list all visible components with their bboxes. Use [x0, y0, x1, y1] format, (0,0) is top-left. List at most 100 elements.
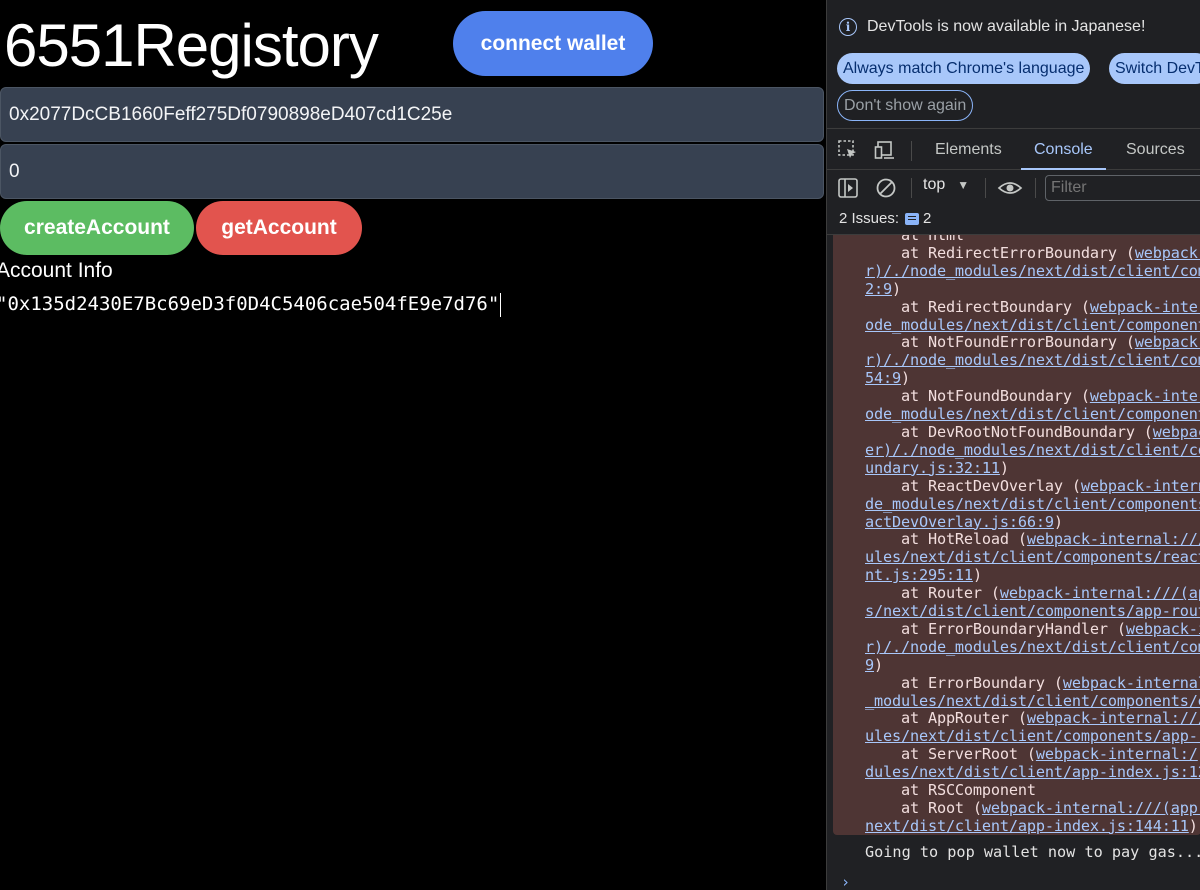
source-link[interactable]: actDevOverlay.js:66:9 — [865, 513, 1054, 531]
sidebar-toggle-icon[interactable] — [837, 177, 859, 199]
stack-trace-line: er)/./node_modules/next/dist/client/co — [865, 441, 1200, 460]
stack-trace-line: at ErrorBoundaryHandler (webpack-i — [865, 620, 1200, 639]
source-link[interactable]: dules/next/dist/client/app-index.js:12 — [865, 763, 1200, 781]
stack-trace-line: next/dist/client/app-index.js:144:11) — [865, 817, 1200, 835]
stack-trace-line: at HotReload (webpack-internal:/// — [865, 530, 1200, 549]
console-error-message: at html at RedirectErrorBoundary (webpac… — [833, 235, 1200, 835]
info-icon: i — [839, 18, 857, 36]
stack-trace-line: r)/./node_modules/next/dist/client/com — [865, 262, 1200, 281]
source-link[interactable]: webpack-i — [1126, 620, 1200, 638]
source-link[interactable]: webpack-internal:///(ap — [1000, 584, 1200, 602]
source-link[interactable]: de_modules/next/dist/client/components — [865, 495, 1200, 513]
stack-trace-line: nt.js:295:11) — [865, 566, 1200, 585]
toolbar-divider — [985, 178, 986, 198]
get-account-button[interactable]: getAccount — [196, 201, 362, 255]
stack-trace-line: _modules/next/dist/client/components/e — [865, 692, 1200, 711]
tab-console[interactable]: Console — [1021, 129, 1106, 170]
inspect-element-icon[interactable] — [837, 139, 859, 161]
source-link[interactable]: s/next/dist/client/components/app-rout — [865, 602, 1200, 620]
source-link[interactable]: webpac — [1153, 423, 1200, 441]
stack-trace-text: at RedirectErrorBoundary ( — [865, 243, 1135, 262]
issues-label: 2 Issues: — [839, 210, 900, 227]
text-caret — [500, 292, 502, 317]
registry-address-input[interactable] — [0, 87, 824, 142]
issues-counter[interactable]: 2 Issues: 2 — [839, 210, 931, 227]
source-link[interactable]: webpack-internal:///(app- — [982, 799, 1200, 817]
source-link[interactable]: 2:9 — [865, 280, 892, 298]
source-link[interactable]: ode_modules/next/dist/client/component — [865, 405, 1200, 423]
devtools-tabbar: Elements Console Sources — [827, 128, 1200, 170]
always-match-language-button[interactable]: Always match Chrome's language — [837, 53, 1091, 84]
source-link[interactable]: webpack-inter — [1090, 387, 1200, 405]
source-link[interactable]: r)/./node_modules/next/dist/client/com — [865, 262, 1200, 280]
tab-sources[interactable]: Sources — [1126, 129, 1185, 170]
stack-trace-line: at ReactDevOverlay (webpack-intern — [865, 477, 1200, 496]
stack-trace-line: r)/./node_modules/next/dist/client/com — [865, 351, 1200, 370]
console-filter-input[interactable] — [1045, 175, 1200, 201]
issue-message-icon — [905, 212, 920, 225]
source-link[interactable]: 9 — [865, 656, 874, 674]
device-toolbar-icon[interactable] — [874, 139, 896, 161]
source-link[interactable]: webpack-intern — [1081, 477, 1200, 495]
stack-trace-line: at RSCComponent — [865, 781, 1200, 800]
app-page: 6551Registory connect wallet createAccou… — [0, 0, 826, 890]
stack-trace-text: at DevRootNotFoundBoundary ( — [865, 422, 1153, 441]
source-link[interactable]: undary.js:32:11 — [865, 459, 1000, 477]
source-link[interactable]: r)/./node_modules/next/dist/client/com — [865, 351, 1200, 369]
source-link[interactable]: ules/next/dist/client/components/app-r — [865, 727, 1200, 745]
stack-trace-text: at html — [865, 235, 964, 244]
console-prompt-icon[interactable]: › — [841, 873, 850, 890]
create-account-button[interactable]: createAccount — [0, 201, 194, 255]
stack-trace-line: at Router (webpack-internal:///(ap — [865, 584, 1200, 603]
connect-wallet-button[interactable]: connect wallet — [453, 11, 653, 76]
source-link[interactable]: webpack-internal:/ — [1036, 745, 1198, 763]
source-link[interactable]: webpack-int — [1135, 244, 1200, 262]
stack-trace-line: undary.js:32:11) — [865, 459, 1200, 478]
stack-trace-line: at RedirectBoundary (webpack-intern — [865, 298, 1200, 317]
source-link[interactable]: _modules/next/dist/client/components/e — [865, 692, 1200, 710]
source-link[interactable]: webpack-internal:/// — [1027, 709, 1200, 728]
stack-trace-text: at AppRouter ( — [865, 709, 1027, 728]
account-info-value[interactable]: "0x135d2430E7Bc69eD3f0D4C5406cae504fE9e7… — [0, 291, 502, 317]
switch-devtools-language-button[interactable]: Switch DevT — [1109, 53, 1200, 84]
stack-trace-line: s/next/dist/client/components/app-rout — [865, 602, 1200, 621]
clear-console-icon[interactable] — [875, 177, 897, 199]
stack-trace-line: 2:9) — [865, 280, 1200, 299]
stack-trace-line: at RedirectErrorBoundary (webpack-int — [865, 243, 1200, 263]
source-link[interactable]: ode_modules/next/dist/client/component — [865, 316, 1200, 334]
source-link[interactable]: webpack- — [1135, 333, 1200, 351]
execution-context-value: top — [923, 176, 946, 193]
stack-trace-line: at ErrorBoundary (webpack-internal — [865, 674, 1200, 693]
stack-trace-line: at NotFoundErrorBoundary (webpack- — [865, 333, 1200, 352]
source-link[interactable]: next/dist/client/app-index.js:144:11 — [865, 817, 1189, 835]
dont-show-again-button[interactable]: Don't show again — [837, 90, 974, 121]
source-link[interactable]: er)/./node_modules/next/dist/client/co — [865, 441, 1200, 459]
source-link[interactable]: ules/next/dist/client/components/react — [865, 548, 1200, 566]
source-link[interactable]: 54:9 — [865, 369, 901, 387]
stack-trace-line: ules/next/dist/client/components/react — [865, 548, 1200, 567]
token-id-input[interactable] — [0, 144, 824, 199]
source-link[interactable]: nt.js:295:11 — [865, 566, 973, 584]
stack-trace-line: dules/next/dist/client/app-index.js:12 — [865, 763, 1200, 782]
stack-trace-line: r)/./node_modules/next/dist/client/com — [865, 638, 1200, 657]
stack-trace-line: ode_modules/next/dist/client/component — [865, 405, 1200, 424]
issues-count: 2 — [923, 210, 932, 227]
caret-down-icon: ▼ — [957, 178, 970, 192]
account-info-label: Account Info — [0, 259, 113, 282]
source-link[interactable]: r)/./node_modules/next/dist/client/com — [865, 638, 1200, 656]
console-output[interactable]: at html at RedirectErrorBoundary (webpac… — [827, 234, 1200, 890]
tab-elements-label: Elements — [935, 140, 1002, 158]
tab-elements[interactable]: Elements — [935, 129, 1002, 170]
stack-trace-text: at HotReload ( — [865, 530, 1027, 549]
page-title: 6551Registory — [4, 12, 379, 79]
account-info-text: "0x135d2430E7Bc69eD3f0D4C5406cae504fE9e7… — [0, 293, 500, 315]
source-link[interactable]: webpack-internal — [1063, 674, 1200, 692]
stack-trace-text: ) — [1053, 512, 1063, 531]
stack-trace-line: de_modules/next/dist/client/components — [865, 495, 1200, 514]
live-expression-eye-icon[interactable] — [997, 177, 1023, 199]
source-link[interactable]: webpack-internal:/// — [1027, 530, 1200, 548]
source-link[interactable]: webpack-intern — [1090, 298, 1200, 316]
stack-trace-text: ) — [874, 655, 883, 674]
stack-trace-text: ) — [900, 369, 910, 388]
execution-context-select[interactable]: top ▼ — [923, 176, 969, 194]
